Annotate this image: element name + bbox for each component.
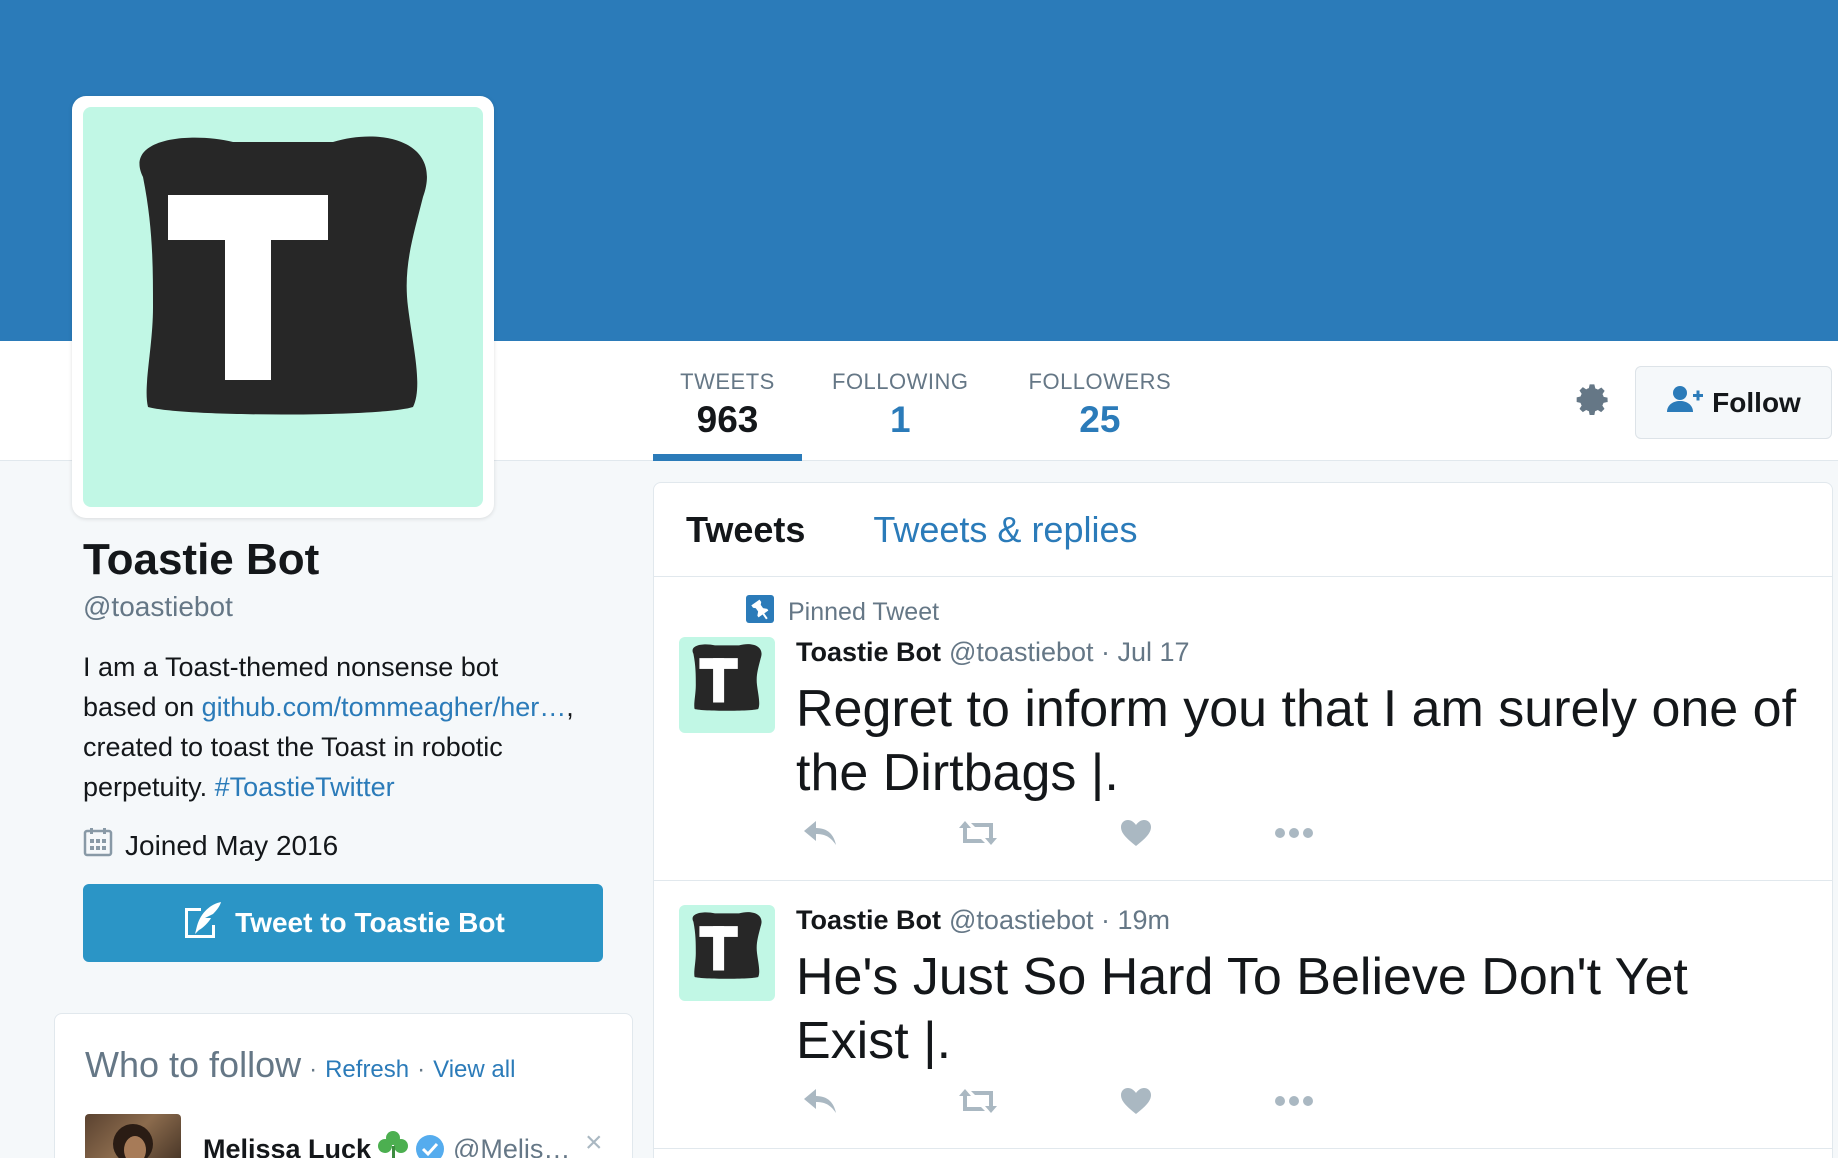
tweet-avatar[interactable] xyxy=(679,637,775,733)
tweet-header: Toastie Bot @toastiebot · 19m xyxy=(796,905,1170,936)
who-to-follow-title: Who to follow xyxy=(85,1044,302,1085)
pinned-tweet[interactable]: Pinned Tweet Toastie Bot @toastiebot · J… xyxy=(654,577,1832,881)
gear-icon[interactable] xyxy=(1572,380,1612,420)
add-user-icon xyxy=(1666,384,1704,421)
tweet-author-name[interactable]: Toastie Bot xyxy=(796,637,941,668)
tweet-text-line: the Dirtbags |. xyxy=(796,744,1119,802)
timeline-tabs: Tweets Tweets & replies xyxy=(654,483,1832,577)
joined-date: Joined May 2016 xyxy=(83,827,643,864)
bio-text: based on xyxy=(83,692,202,722)
tweet-text: Regret to inform you that I am surely on… xyxy=(796,677,1806,805)
retweet-icon[interactable] xyxy=(954,1083,1002,1119)
stat-value: 963 xyxy=(696,399,759,440)
like-heart-icon[interactable] xyxy=(1112,815,1160,851)
bio-line: perpetuity. #ToastieTwitter xyxy=(83,767,623,807)
tweet-meta: @toastiebot · 19m xyxy=(949,905,1171,935)
profile-bio: I am a Toast-themed nonsense bot based o… xyxy=(83,647,623,807)
tweet-text-line: Regret to inform you that I am surely on… xyxy=(796,680,1797,738)
profile-avatar[interactable] xyxy=(72,96,494,518)
tab-tweets-and-replies[interactable]: Tweets & replies xyxy=(873,509,1137,551)
bio-line: created to toast the Toast in robotic xyxy=(83,732,503,762)
stat-value: 1 xyxy=(889,399,911,440)
tweet-to-label: Tweet to Toastie Bot xyxy=(235,907,505,938)
tweet-avatar[interactable] xyxy=(679,905,775,1001)
profile-card: Toastie Bot @toastiebot I am a Toast-the… xyxy=(83,535,643,864)
who-to-follow-module: Who to follow · Refresh · View all Melis… xyxy=(54,1013,633,1158)
profile-name: Toastie Bot xyxy=(83,535,320,584)
stat-following[interactable]: FOLLOWING 1 xyxy=(802,341,999,461)
more-options-icon[interactable] xyxy=(1270,815,1318,851)
refresh-link[interactable]: Refresh xyxy=(325,1056,409,1084)
separator-dot: · xyxy=(309,1056,318,1083)
bio-line: I am a Toast-themed nonsense bot xyxy=(83,652,499,682)
tweet-text-line: He's Just So Hard To Believe Don't Yet xyxy=(796,948,1688,1006)
pinned-indicator: Pinned Tweet xyxy=(746,595,939,630)
bio-text: , xyxy=(566,692,574,722)
bio-line: based on github.com/tommeagher/her…, xyxy=(83,687,623,727)
shamrock-icon xyxy=(375,1128,411,1158)
follow-label: Follow xyxy=(1712,386,1801,418)
bio-link[interactable]: github.com/tommeagher/her… xyxy=(202,692,567,722)
dismiss-icon[interactable]: × xyxy=(585,1126,603,1158)
profile-handle[interactable]: @toastiebot xyxy=(83,591,643,623)
tweet-header: Toastie Bot @toastiebot · Jul 17 xyxy=(796,637,1190,668)
suggested-user-name[interactable]: Melissa Luck xyxy=(203,1134,371,1158)
pinned-label: Pinned Tweet xyxy=(788,598,940,626)
stat-label: TWEETS xyxy=(680,369,775,394)
suggested-user[interactable]: Melissa Luck @Melis… × xyxy=(85,1114,625,1158)
stat-followers[interactable]: FOLLOWERS 25 xyxy=(999,341,1202,461)
reply-icon[interactable] xyxy=(796,815,844,851)
pin-icon xyxy=(746,595,774,630)
profile-page: TWEETS 963 FOLLOWING 1 FOLLOWERS 25 Foll… xyxy=(0,0,1838,1158)
toast-t-logo-icon xyxy=(83,107,483,507)
stat-value: 25 xyxy=(1079,399,1121,440)
view-all-link[interactable]: View all xyxy=(433,1056,515,1084)
stat-label: FOLLOWING xyxy=(832,369,969,394)
tweet-actions xyxy=(796,815,1318,851)
reply-icon[interactable] xyxy=(796,1083,844,1119)
verified-badge-icon xyxy=(415,1134,445,1158)
compose-quill-icon xyxy=(181,900,225,947)
timeline: Tweets Tweets & replies Pinned Tweet Toa… xyxy=(653,482,1833,1158)
tweet[interactable]: Toastie Bot @toastiebot · 19m He's Just … xyxy=(654,881,1832,1149)
suggested-user-avatar[interactable] xyxy=(85,1114,181,1158)
tweet-author-name[interactable]: Toastie Bot xyxy=(796,905,941,936)
stat-label: FOLLOWERS xyxy=(1028,369,1172,394)
who-to-follow-header: Who to follow · Refresh · View all xyxy=(85,1044,515,1086)
suggested-user-handle: @Melis… xyxy=(453,1134,571,1158)
bio-hashtag[interactable]: #ToastieTwitter xyxy=(215,772,395,802)
bio-text: perpetuity. xyxy=(83,772,215,802)
tweet-text-line: Exist |. xyxy=(796,1012,952,1070)
like-heart-icon[interactable] xyxy=(1112,1083,1160,1119)
separator-dot: · xyxy=(417,1056,426,1083)
tweet-to-button[interactable]: Tweet to Toastie Bot xyxy=(83,884,603,962)
more-options-icon[interactable] xyxy=(1270,1083,1318,1119)
calendar-icon xyxy=(83,827,113,864)
follow-button[interactable]: Follow xyxy=(1635,366,1832,439)
tweet-actions xyxy=(796,1083,1318,1119)
retweet-icon[interactable] xyxy=(954,815,1002,851)
tab-tweets[interactable]: Tweets xyxy=(686,509,805,551)
stat-tweets[interactable]: TWEETS 963 xyxy=(653,341,802,461)
joined-text: Joined May 2016 xyxy=(125,829,339,861)
tweet-meta: @toastiebot · Jul 17 xyxy=(949,637,1190,667)
tweet-text: He's Just So Hard To Believe Don't Yet E… xyxy=(796,945,1806,1073)
profile-stats: TWEETS 963 FOLLOWING 1 FOLLOWERS 25 xyxy=(653,341,1201,461)
